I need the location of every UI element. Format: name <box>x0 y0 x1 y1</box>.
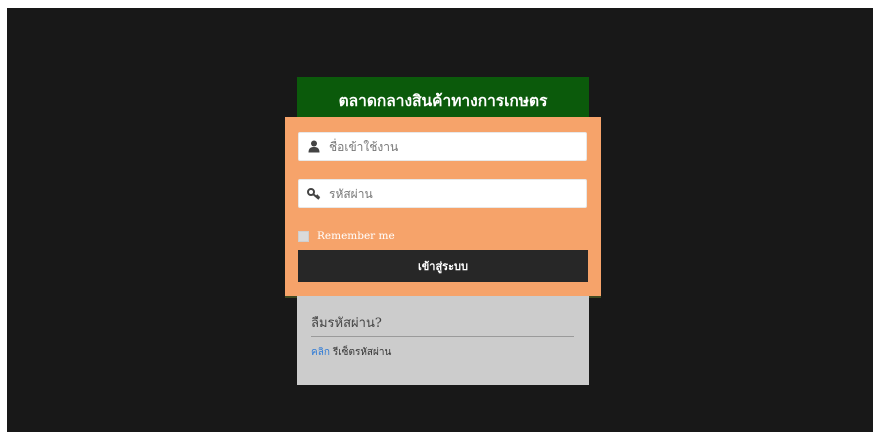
site-title: ตลาดกลางสินค้าทางการเกษตร <box>338 91 548 110</box>
reset-password-text: รีเซ็ตรหัสผ่าน <box>332 347 392 358</box>
login-form: Remember me เข้าสู่ระบบ <box>285 117 601 296</box>
reset-password-line: คลิก รีเซ็ตรหัสผ่าน <box>311 345 391 360</box>
password-input[interactable] <box>329 180 586 207</box>
remember-me-label: Remember me <box>317 230 395 242</box>
username-input[interactable] <box>329 133 586 160</box>
user-icon <box>307 140 321 154</box>
login-button-label: เข้าสู่ระบบ <box>418 260 468 273</box>
key-icon <box>307 187 321 201</box>
forgot-password-title: ลืมรหัสผ่าน? <box>311 316 382 331</box>
reset-password-link[interactable]: คลิก <box>311 347 330 358</box>
remember-me-checkbox[interactable] <box>298 230 309 242</box>
divider <box>311 336 574 337</box>
remember-me-row[interactable]: Remember me <box>298 230 395 242</box>
forgot-password-panel: ลืมรหัสผ่าน? คลิก รีเซ็ตรหัสผ่าน <box>297 296 589 385</box>
password-field[interactable] <box>298 179 587 208</box>
username-field[interactable] <box>298 132 587 161</box>
login-button[interactable]: เข้าสู่ระบบ <box>298 250 588 282</box>
